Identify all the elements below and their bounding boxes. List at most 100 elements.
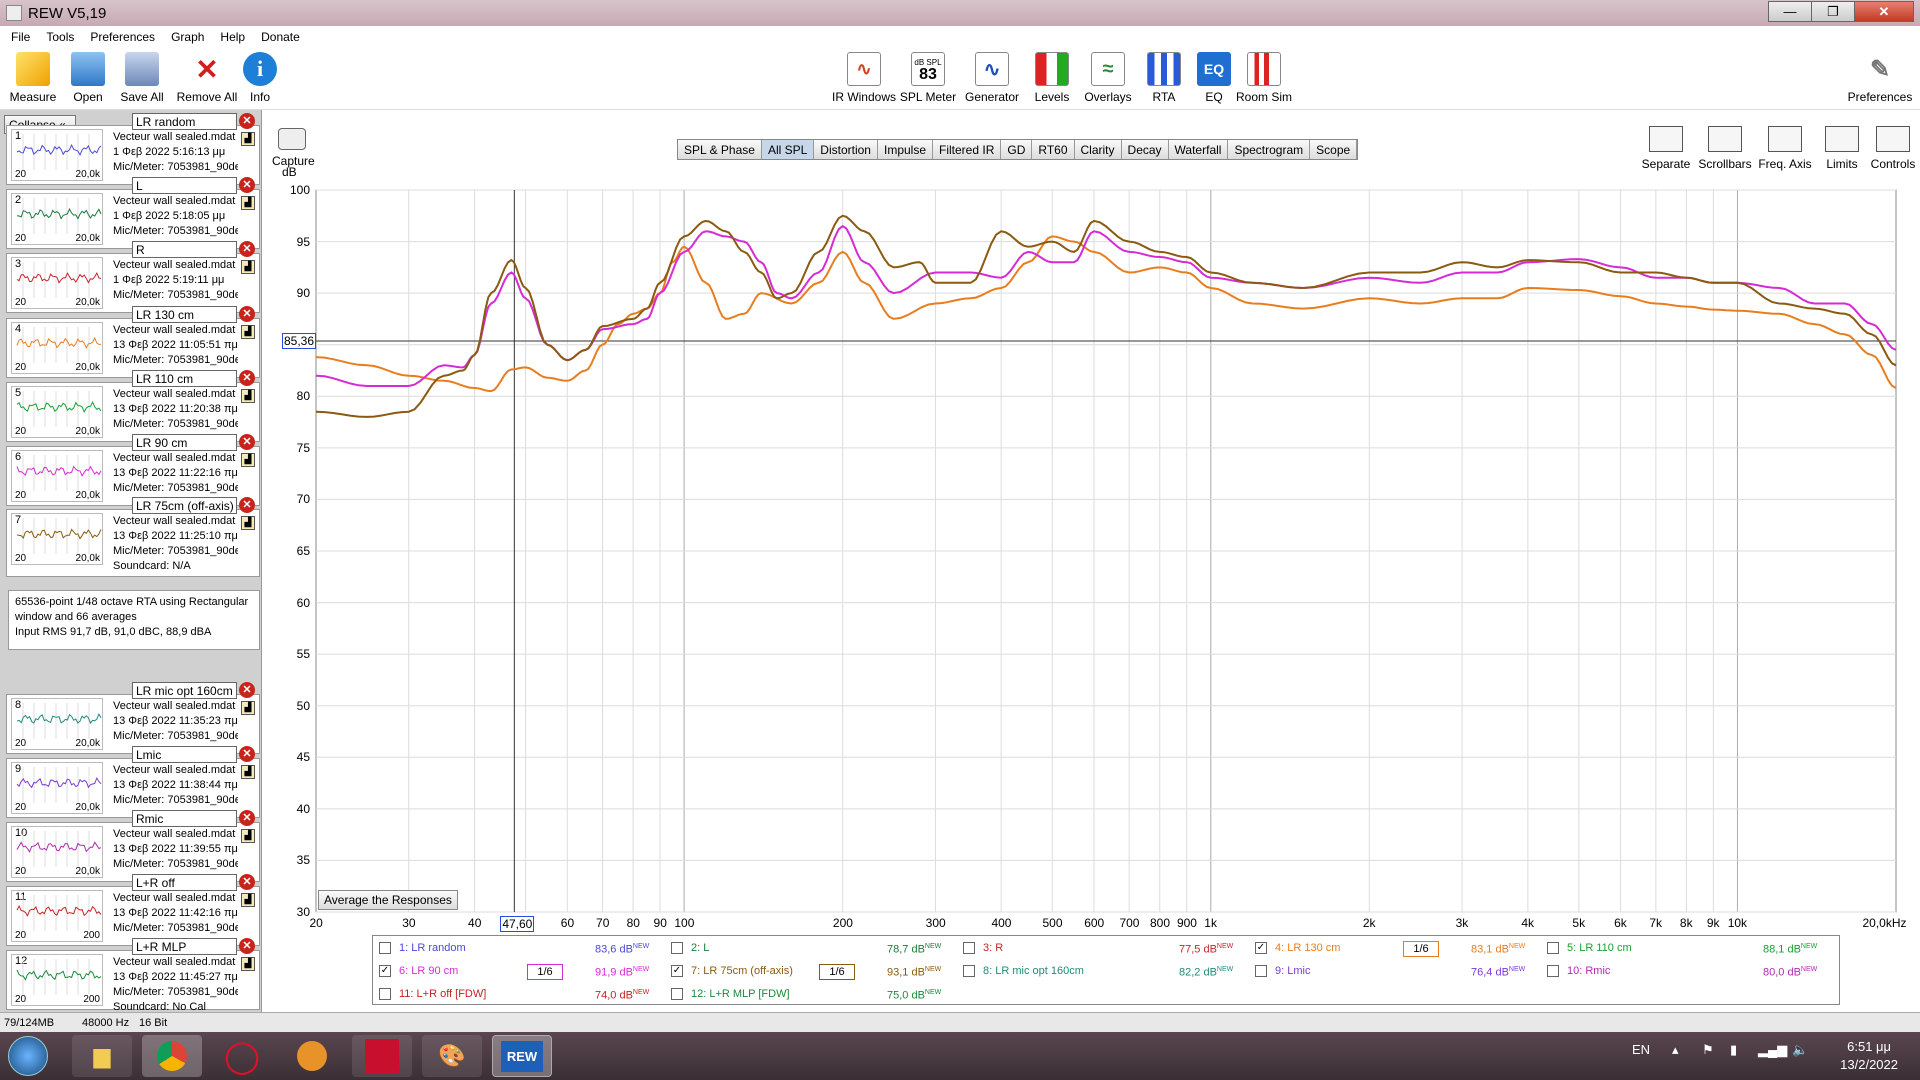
x-tick-label: 80 (626, 916, 640, 930)
legend-trace-toggle[interactable]: 5: LR 110 cm (1547, 942, 1632, 955)
legend-trace-toggle[interactable]: 3: R (963, 942, 1004, 955)
trace-checkbox[interactable] (1547, 942, 1559, 955)
new-badge: NEW (1508, 966, 1526, 973)
trace-level-value: 91,9 dB (595, 966, 633, 979)
chrome-icon (157, 1041, 187, 1071)
trace-label: 6: LR 90 cm (399, 965, 459, 977)
trace-level-value: 80,0 dB (1763, 966, 1801, 979)
trace-checkbox[interactable] (1255, 965, 1267, 978)
trace-level: 83,1 dBNEW (1471, 943, 1525, 956)
language-indicator[interactable]: EN (1632, 1042, 1650, 1057)
paint-taskbar-button[interactable]: 🎨 (422, 1035, 482, 1077)
trace-level: 80,0 dBNEW (1763, 966, 1817, 979)
x-tick-label: 6k (1614, 916, 1627, 930)
opera-taskbar-button[interactable]: ◯ (212, 1035, 272, 1077)
cursor-level-readout[interactable]: 85,36 (282, 333, 316, 349)
y-tick-label: 55 (296, 647, 310, 662)
trace-level-value: 74,0 dB (595, 989, 633, 1002)
tray-battery-icon[interactable]: ▮ (1730, 1042, 1737, 1058)
legend-trace-toggle[interactable]: 11: L+R off [FDW] (379, 988, 487, 1001)
clock-date: 13/2/2022 (1840, 1057, 1898, 1072)
y-tick-label: 90 (296, 286, 310, 301)
smoothing-selector[interactable]: 1/6 (527, 964, 563, 980)
y-tick-label: 30 (296, 905, 310, 919)
trace-label: 3: R (983, 942, 1004, 954)
trace-checkbox[interactable]: ✓ (671, 965, 683, 978)
x-tick-label: 60 (560, 916, 575, 930)
x-tick-label: 300 (925, 916, 946, 930)
explorer-taskbar-button[interactable]: ▆ (72, 1035, 132, 1077)
tray-flag-icon[interactable]: ⚑ (1702, 1042, 1714, 1058)
start-button[interactable] (8, 1036, 48, 1076)
trace-label: 5: LR 110 cm (1567, 942, 1632, 954)
browser-taskbar-button[interactable] (282, 1035, 342, 1077)
smoothing-selector[interactable]: 1/6 (1403, 941, 1439, 957)
trace-checkbox[interactable] (671, 988, 683, 1001)
new-badge: NEW (1800, 943, 1818, 950)
rew-taskbar-button[interactable]: REW (492, 1035, 552, 1077)
y-tick-label: 65 (296, 544, 310, 558)
folder-icon: ▆ (93, 1043, 111, 1068)
cursor-frequency-readout[interactable]: 47,60 (500, 916, 535, 932)
legend-trace-toggle[interactable]: 1: LR random (379, 942, 466, 955)
legend-trace-toggle[interactable]: 8: LR mic opt 160cm (963, 965, 1084, 978)
legend-trace-toggle[interactable]: ✓ 6: LR 90 cm (379, 965, 459, 978)
x-tick-label: 400 (991, 916, 1012, 930)
smoothing-selector[interactable]: 1/6 (819, 964, 855, 980)
x-tick-label: 900 (1176, 916, 1197, 930)
paint-icon: 🎨 (438, 1043, 466, 1068)
x-tick-label: 700 (1119, 916, 1140, 930)
app-taskbar-button[interactable] (352, 1035, 412, 1077)
trace-checkbox[interactable]: ✓ (1255, 942, 1267, 955)
y-tick-label: 40 (296, 801, 310, 816)
trace-checkbox[interactable]: ✓ (379, 965, 391, 978)
trace-checkbox[interactable] (379, 988, 391, 1001)
trace-level-value: 93,1 dB (887, 966, 925, 979)
grid-app-icon (365, 1039, 399, 1073)
x-tick-label: 70 (596, 916, 610, 930)
bit-depth: 16 Bit (139, 1017, 168, 1029)
trace-level: 75,0 dBNEW (887, 989, 941, 1002)
legend-trace-toggle[interactable]: ✓ 4: LR 130 cm (1255, 942, 1341, 955)
y-tick-label: 35 (296, 853, 310, 868)
tray-volume-icon[interactable]: 🔈 (1792, 1042, 1808, 1058)
trace-checkbox[interactable] (1547, 965, 1559, 978)
chrome-taskbar-button[interactable] (142, 1035, 202, 1077)
clock[interactable]: 6:51 μμ 13/2/2022 (1840, 1038, 1898, 1074)
trace-checkbox[interactable] (671, 942, 683, 955)
x-tick-label: 30 (402, 916, 416, 930)
legend-trace-toggle[interactable]: ✓ 7: LR 75cm (off-axis) (671, 965, 793, 978)
x-tick-label: 9k (1706, 916, 1720, 930)
x-tick-label: 20,0kHz (1862, 916, 1907, 930)
legend-trace-toggle[interactable]: 10: Rmic (1547, 965, 1610, 978)
average-responses-button[interactable]: Average the Responses (318, 890, 458, 910)
browser-icon (297, 1041, 327, 1071)
trace-level-value: 83,1 dB (1471, 943, 1509, 956)
legend-trace-toggle[interactable]: 2: L (671, 942, 709, 955)
y-tick-label: 50 (296, 698, 310, 713)
trace-label: 4: LR 130 cm (1275, 942, 1341, 954)
trace-checkbox[interactable] (963, 942, 975, 955)
tray-network-icon[interactable]: ▂▄▆ (1758, 1042, 1787, 1058)
memory-usage: 79/124MB (4, 1017, 55, 1029)
y-tick-label: 75 (296, 440, 310, 455)
tray-up-icon[interactable]: ▴ (1672, 1042, 1679, 1058)
x-tick-label: 600 (1084, 916, 1105, 930)
trace-level-value: 75,0 dB (887, 989, 925, 1002)
trace-checkbox[interactable] (963, 965, 975, 978)
trace-checkbox[interactable] (379, 942, 391, 955)
trace-level-value: 88,1 dB (1763, 943, 1801, 956)
trace-level-value: 78,7 dB (887, 943, 925, 956)
trace-label: 11: L+R off [FDW] (399, 988, 487, 1000)
y-tick-label: 70 (296, 492, 310, 507)
y-tick-label: 60 (296, 595, 310, 610)
legend-trace-toggle[interactable]: 12: L+R MLP [FDW] (671, 988, 790, 1001)
trace-legend: 1: LR random 83,6 dBNEW 2: L 78,7 dBNEW 3: R… (372, 935, 1840, 1005)
trace-level: 83,6 dBNEW (595, 943, 649, 956)
y-tick-label: 100 (289, 183, 310, 197)
legend-trace-toggle[interactable]: 9: Lmic (1255, 965, 1310, 978)
y-tick-label: 80 (296, 389, 310, 404)
new-badge: NEW (1508, 943, 1526, 950)
opera-icon: ◯ (224, 1038, 260, 1074)
new-badge: NEW (924, 943, 942, 950)
